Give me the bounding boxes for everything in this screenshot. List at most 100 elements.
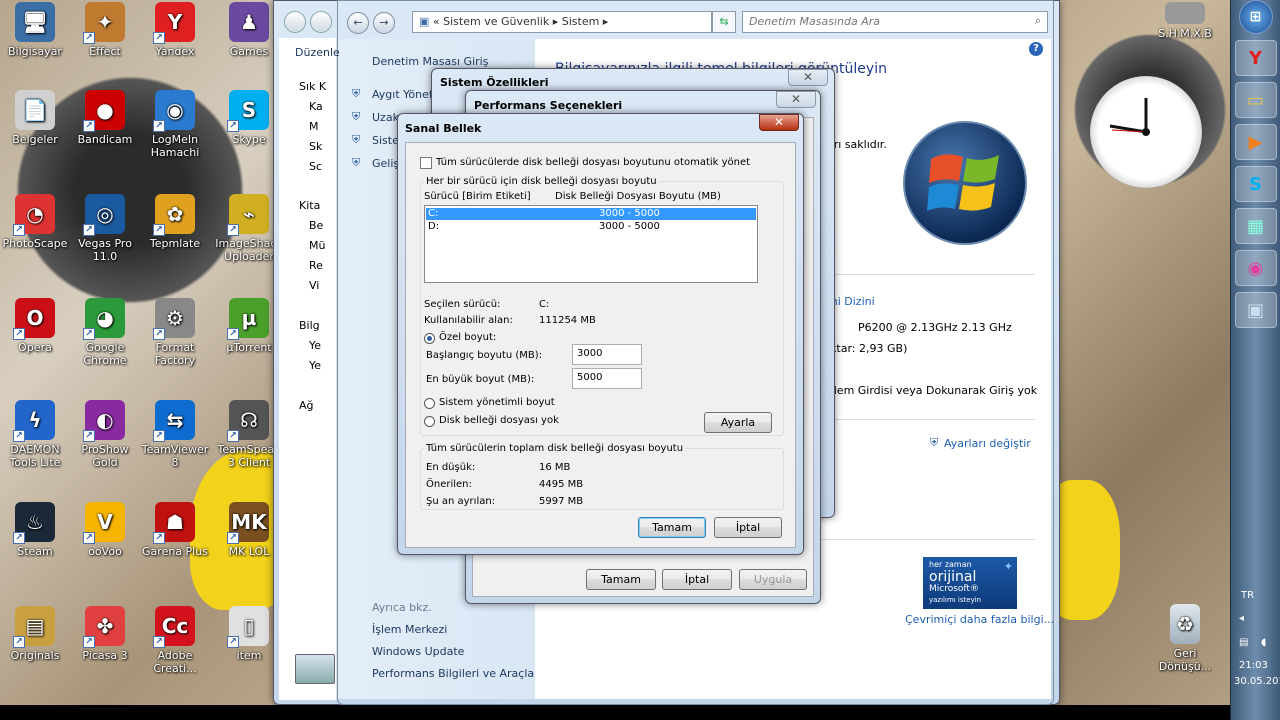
desktop-icon-recycle-bin[interactable]: ♻ Geri Dönüşü...	[1150, 604, 1220, 673]
clock-date[interactable]: 30.05.201	[1234, 676, 1280, 687]
desktop-icon[interactable]: 📄 Belgeler	[0, 90, 70, 146]
refresh-button[interactable]: ⇆	[712, 11, 736, 33]
clock-gadget[interactable]	[1090, 76, 1202, 188]
taskbar-media-player[interactable]: ▶	[1234, 124, 1277, 160]
address-bar[interactable]: ▣ « Sistem ve Güvenlik ▸ Sistem ▸	[412, 11, 712, 33]
control-panel-home-link[interactable]: Denetim Masası Giriş	[372, 55, 488, 68]
copyright-text: arı saklıdır.	[827, 138, 887, 151]
cancel-button[interactable]: İptal	[714, 517, 782, 538]
network-tray-icon[interactable]: ▤	[1239, 637, 1248, 648]
nav-tree-item[interactable]: Bilg	[299, 319, 320, 332]
desktop-icon[interactable]: ♨ ↗ Steam	[0, 502, 70, 558]
close-button[interactable]: ✕	[776, 91, 816, 108]
desktop-icon-label: Bandicam	[77, 133, 133, 146]
close-button[interactable]: ✕	[788, 69, 828, 86]
desktop-icon[interactable]: ⚙ ↗ Format Factory	[140, 298, 210, 367]
app-icon: ☊ ↗	[227, 400, 269, 442]
nav-tree-item[interactable]: Mü	[309, 239, 325, 252]
desktop-icon[interactable]: ✿ ↗ Tepmlate	[140, 194, 210, 250]
initial-size-input[interactable]: 3000	[572, 344, 642, 365]
nav-tree-item[interactable]: Ka	[309, 100, 323, 113]
search-input[interactable]: Denetim Masasında Ara ⌕	[742, 11, 1048, 33]
desktop-icon[interactable]: O ↗ Opera	[0, 298, 70, 354]
max-size-input[interactable]: 5000	[572, 368, 642, 389]
nav-tree-item[interactable]: Ağ	[299, 399, 314, 412]
help-icon[interactable]: ?	[1029, 42, 1043, 56]
tray-expand-icon[interactable]: ◂	[1239, 613, 1244, 624]
windows-update-link[interactable]: Windows Update	[372, 645, 464, 658]
shortcut-arrow-icon: ↗	[83, 430, 95, 442]
clock-time[interactable]: 21:03	[1239, 660, 1268, 671]
nav-tree-item[interactable]: Be	[309, 219, 323, 232]
cancel-button[interactable]: İptal	[662, 569, 732, 590]
nav-tree-item[interactable]: Ye	[309, 339, 321, 352]
desktop-icon[interactable]: ▤ ↗ Originals	[0, 606, 70, 662]
close-button[interactable]: ✕	[759, 114, 799, 131]
desktop-icon[interactable]: ◔ ↗ PhotoScape	[0, 194, 70, 250]
drive-row-selected[interactable]: C: 3000 - 5000	[426, 208, 756, 220]
app-icon: ⇆ ↗	[153, 400, 195, 442]
nav-tree-item[interactable]: Re	[309, 259, 323, 272]
apply-button[interactable]: Uygula	[739, 569, 807, 590]
taskbar-yandex[interactable]: Y	[1234, 40, 1277, 76]
desktop-icon[interactable]: ✦ ↗ Effect	[70, 2, 140, 58]
desktop-icon[interactable]: ◐ ↗ ProShow Gold	[70, 400, 140, 469]
taskbar-app[interactable]: ◉	[1234, 250, 1277, 286]
recommended-value: 4495 MB	[539, 479, 584, 490]
desktop-icon[interactable]: ● ↗ Bandicam	[70, 90, 140, 146]
breadcrumb-item[interactable]: Sistem	[562, 15, 600, 28]
performance-tools-link[interactable]: Performans Bilgileri ve Araçları	[372, 667, 542, 680]
action-center-link[interactable]: İşlem Merkezi	[372, 623, 447, 636]
nav-tree-item[interactable]: M	[309, 120, 319, 133]
nav-tree-item[interactable]: Sk	[309, 140, 322, 153]
nav-back-button[interactable]: ←	[347, 12, 369, 34]
desktop-icon[interactable]: Y ↗ Yandex	[140, 2, 210, 58]
system-managed-radio[interactable]	[424, 398, 435, 409]
volume-icon[interactable]: ◖	[1261, 637, 1266, 648]
organize-menu[interactable]: Düzenle	[295, 46, 340, 59]
desktop-icon-drive[interactable]: S.H.M.X.B	[1150, 2, 1220, 40]
desktop-icon[interactable]: Cc ↗ Adobe Creati...	[140, 606, 210, 675]
desktop-icon[interactable]: ◕ ↗ Google Chrome	[70, 298, 140, 367]
nav-tree-item[interactable]: Vi	[309, 279, 319, 292]
nav-tree-item[interactable]: Sık K	[299, 80, 326, 93]
language-indicator[interactable]: TR	[1241, 590, 1254, 601]
system-protection-link[interactable]: Siste	[372, 134, 399, 147]
ok-button[interactable]: Tamam	[586, 569, 656, 590]
no-paging-file-radio[interactable]	[424, 416, 435, 427]
taskbar-skype[interactable]: S	[1234, 166, 1277, 202]
desktop-icon[interactable]: ◉ ↗ LogMeIn Hamachi	[140, 90, 210, 159]
drive-list[interactable]: C: 3000 - 5000 D: 3000 - 5000	[424, 205, 758, 283]
advanced-settings-link[interactable]: Geliş	[372, 157, 399, 170]
nav-tree-item[interactable]: Sc	[309, 160, 322, 173]
desktop-icon[interactable]: ϟ ↗ DAEMON Tools Lite	[0, 400, 70, 469]
back-button[interactable]	[284, 11, 306, 33]
start-button[interactable]: ⊞	[1238, 0, 1273, 34]
genuine-microsoft-badge[interactable]: her zaman orijinal Microsoft® yazılımı i…	[923, 557, 1017, 609]
auto-manage-checkbox[interactable]	[420, 157, 432, 169]
nav-tree-item[interactable]: Kita	[299, 199, 320, 212]
remote-settings-link[interactable]: Uzak	[372, 111, 399, 124]
set-button[interactable]: Ayarla	[704, 412, 772, 433]
desktop-icon[interactable]: ✤ ↗ Picasa 3	[70, 606, 140, 662]
custom-size-radio[interactable]	[424, 333, 435, 344]
desktop-icon[interactable]: ☗ ↗ Garena Plus	[140, 502, 210, 558]
drive-row[interactable]: D: 3000 - 5000	[426, 221, 756, 233]
taskbar-network[interactable]: ▦	[1234, 208, 1277, 244]
forward-button[interactable]	[310, 11, 332, 33]
app-icon: ▯ ↗	[227, 606, 269, 648]
breadcrumb-item[interactable]: Sistem ve Güvenlik	[443, 15, 549, 28]
nav-forward-button[interactable]: →	[373, 12, 395, 34]
ok-button[interactable]: Tamam	[638, 517, 706, 538]
change-settings-link[interactable]: Ayarları değiştir	[944, 437, 1031, 450]
desktop-icon[interactable]: ◎ ↗ Vegas Pro 11.0	[70, 194, 140, 263]
desktop-icon[interactable]: V ↗ ooVoo	[70, 502, 140, 558]
device-manager-link[interactable]: Aygıt Yönet	[372, 88, 433, 101]
nav-tree-item[interactable]: Ye	[309, 359, 321, 372]
dialog-title: Sanal Bellek	[405, 122, 482, 135]
more-online-link[interactable]: Çevrimiçi daha fazla bilgi...	[905, 613, 1054, 626]
taskbar-explorer[interactable]: ▭	[1234, 82, 1277, 118]
desktop-icon[interactable]: ⇆ ↗ TeamViewer 8	[140, 400, 210, 469]
desktop-icon[interactable]: 🖥 Bilgisayar	[0, 2, 70, 58]
taskbar-control-panel[interactable]: ▣	[1234, 292, 1277, 328]
